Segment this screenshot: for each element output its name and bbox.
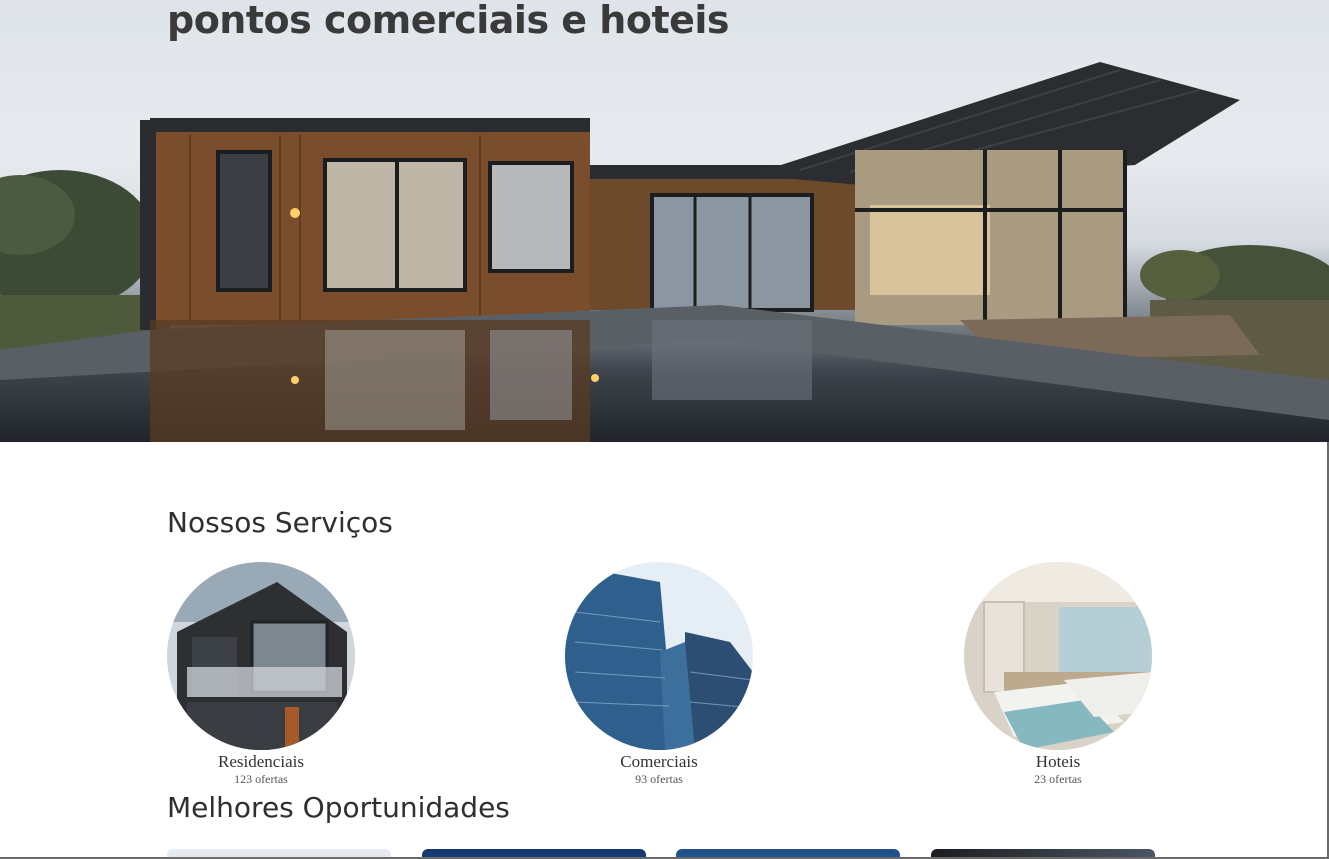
service-count: 123 ofertas bbox=[234, 772, 288, 786]
page: pontos comerciais e hoteis Nossos Serviç… bbox=[0, 0, 1329, 859]
service-name: Hoteis bbox=[1035, 752, 1081, 771]
house-photo-icon bbox=[167, 562, 355, 750]
service-card-residenciais[interactable]: Residenciais 123 ofertas bbox=[166, 562, 356, 787]
service-count: 93 ofertas bbox=[635, 772, 683, 786]
office-tower-photo-icon bbox=[565, 562, 753, 750]
opportunities-title: Melhores Oportunidades bbox=[167, 791, 510, 824]
service-card-comerciais[interactable]: Comerciais 93 ofertas bbox=[564, 562, 754, 787]
service-name: Residenciais bbox=[218, 752, 304, 771]
hero-banner: pontos comerciais e hoteis bbox=[0, 0, 1329, 442]
service-name: Comerciais bbox=[620, 752, 698, 771]
service-count: 23 ofertas bbox=[1034, 772, 1082, 786]
hero-title: pontos comerciais e hoteis bbox=[167, 0, 730, 42]
hotel-room-photo-icon bbox=[964, 562, 1152, 750]
service-card-hoteis[interactable]: Hoteis 23 ofertas bbox=[963, 562, 1153, 787]
services-title: Nossos Serviços bbox=[167, 506, 393, 539]
hero-house-image bbox=[0, 62, 1329, 442]
